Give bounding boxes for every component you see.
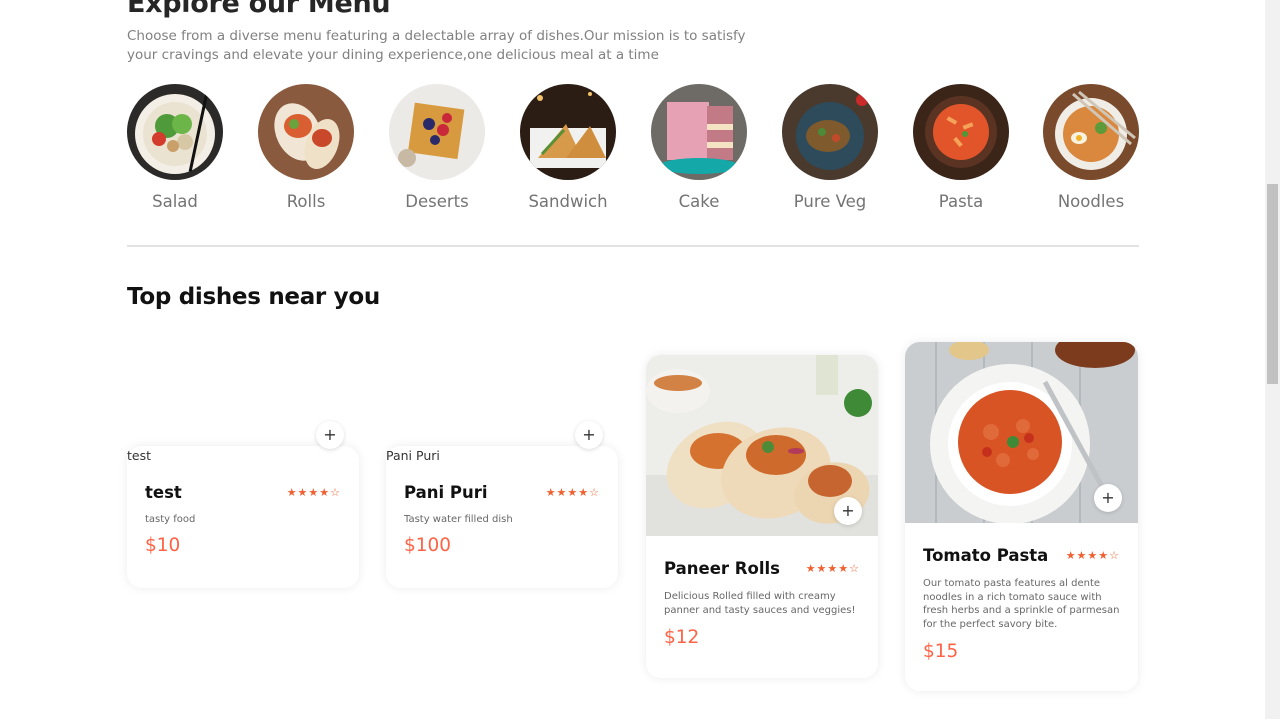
cake-image <box>651 84 747 180</box>
category-noodles[interactable]: Noodles <box>1043 84 1139 211</box>
broken-image-icon: test <box>127 448 151 463</box>
dish-price: $15 <box>923 641 959 662</box>
food-info: Pani Puri ★★★★☆ Tasty water filled dish … <box>404 483 600 556</box>
dish-description: Our tomato pasta features al dente noodl… <box>923 578 1120 630</box>
category-sandwich[interactable]: Sandwich <box>520 84 616 211</box>
add-to-cart-button[interactable]: + <box>1094 484 1122 512</box>
dish-description: Delicious Rolled filled with creamy pann… <box>664 591 856 616</box>
salad-bowl-image <box>127 84 223 180</box>
food-card[interactable]: Pani Puri + Pani Puri ★★★★☆ Tasty water … <box>386 421 618 588</box>
veg-dish-image <box>782 84 878 180</box>
food-info: test ★★★★☆ tasty food $10 <box>145 483 341 556</box>
menu-title: Explore our Menu <box>127 0 391 19</box>
rating-stars-icon: ★★★★☆ <box>1065 549 1120 562</box>
food-card[interactable]: test + test ★★★★☆ tasty food $10 <box>127 421 359 588</box>
broken-image-icon: Pani Puri <box>386 448 440 463</box>
noodles-image <box>1043 84 1139 180</box>
food-image-wrap: + <box>905 342 1138 523</box>
food-image-wrap: + <box>646 355 878 536</box>
food-info: Tomato Pasta ★★★★☆ Our tomato pasta feat… <box>923 546 1120 662</box>
rating-stars-icon: ★★★★☆ <box>545 486 600 499</box>
menu-description: Choose from a diverse menu featuring a d… <box>127 28 746 63</box>
section-divider <box>127 245 1139 247</box>
food-info: Paneer Rolls ★★★★☆ Delicious Rolled fill… <box>664 559 860 648</box>
dish-name: test <box>145 483 182 502</box>
top-dishes-title: Top dishes near you <box>127 284 380 310</box>
food-card[interactable]: + Paneer Rolls ★★★★☆ Delicious Rolled fi… <box>646 355 878 678</box>
dish-description: Tasty water filled dish <box>404 514 513 525</box>
category-label: Pasta <box>938 192 984 211</box>
category-label: Cake <box>678 192 720 211</box>
category-label: Deserts <box>405 192 469 211</box>
dish-price: $10 <box>145 534 181 556</box>
dish-name: Pani Puri <box>404 483 488 502</box>
dish-price: $12 <box>664 627 700 648</box>
add-to-cart-button[interactable]: + <box>575 421 603 449</box>
rolls-image <box>258 84 354 180</box>
rating-stars-icon: ★★★★☆ <box>286 486 341 499</box>
category-deserts[interactable]: Deserts <box>389 84 485 211</box>
food-card[interactable]: + Tomato Pasta ★★★★☆ Our tomato pasta fe… <box>905 342 1138 691</box>
add-to-cart-button[interactable]: + <box>316 421 344 449</box>
add-to-cart-button[interactable]: + <box>834 497 862 525</box>
category-salad[interactable]: Salad <box>127 84 223 211</box>
page-scrollbar[interactable] <box>1265 0 1280 719</box>
category-label: Noodles <box>1057 192 1125 211</box>
dish-price: $100 <box>404 534 452 556</box>
dish-description: tasty food <box>145 514 196 525</box>
dish-name: Paneer Rolls <box>664 559 780 578</box>
category-label: Sandwich <box>528 192 608 211</box>
dish-name: Tomato Pasta <box>923 546 1049 565</box>
category-list: Salad Rolls Deserts Sandwich Cake Pure V… <box>127 84 1139 224</box>
category-label: Rolls <box>286 192 326 211</box>
image-alt-text: Pani Puri <box>386 448 440 463</box>
scrollbar-thumb[interactable] <box>1267 184 1278 384</box>
waffle-dessert-image <box>389 84 485 180</box>
category-label: Salad <box>152 192 198 211</box>
image-alt-text: test <box>127 448 152 463</box>
pasta-image <box>913 84 1009 180</box>
category-label: Pure Veg <box>793 192 867 211</box>
category-rolls[interactable]: Rolls <box>258 84 354 211</box>
category-pasta[interactable]: Pasta <box>913 84 1009 211</box>
page: Explore our Menu Choose from a diverse m… <box>0 0 1265 719</box>
category-cake[interactable]: Cake <box>651 84 747 211</box>
sandwich-image <box>520 84 616 180</box>
rating-stars-icon: ★★★★☆ <box>805 562 860 575</box>
category-pure-veg[interactable]: Pure Veg <box>782 84 878 211</box>
